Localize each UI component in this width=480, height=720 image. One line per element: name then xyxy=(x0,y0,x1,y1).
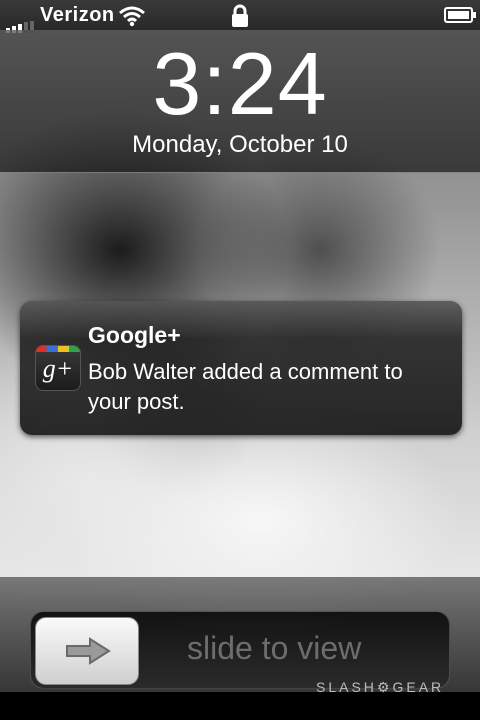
arrow-right-icon xyxy=(66,637,111,665)
notification-title: Google+ xyxy=(88,322,181,348)
app-icon-glyph: g+ xyxy=(42,354,74,383)
slashgear-watermark: SLASH⚙GEAR xyxy=(316,679,445,695)
wifi-icon xyxy=(119,6,145,27)
unlock-slider-knob[interactable] xyxy=(35,617,139,685)
unlock-panel: slide to view xyxy=(0,577,480,693)
lock-icon xyxy=(232,4,248,27)
status-bar: Verizon xyxy=(0,0,480,33)
push-notification[interactable]: g+ Google+ Bob Walter added a comment to… xyxy=(20,301,462,435)
carrier-name: Verizon xyxy=(40,4,115,26)
notification-message: Bob Walter added a comment to your post. xyxy=(88,359,403,414)
google-plus-icon: g+ xyxy=(35,345,81,391)
notification-header-bar xyxy=(20,301,462,337)
battery-icon xyxy=(444,7,476,23)
clock-date: Monday, October 10 xyxy=(132,131,348,158)
clock-time: 3:24 xyxy=(152,34,328,133)
clock-panel: 3:24 Monday, October 10 xyxy=(0,30,480,173)
bottom-bar xyxy=(0,692,480,720)
signal-bars-icon xyxy=(6,10,36,33)
unlock-slider-track[interactable]: slide to view xyxy=(30,611,450,689)
slide-to-view-label: slide to view xyxy=(187,630,362,666)
